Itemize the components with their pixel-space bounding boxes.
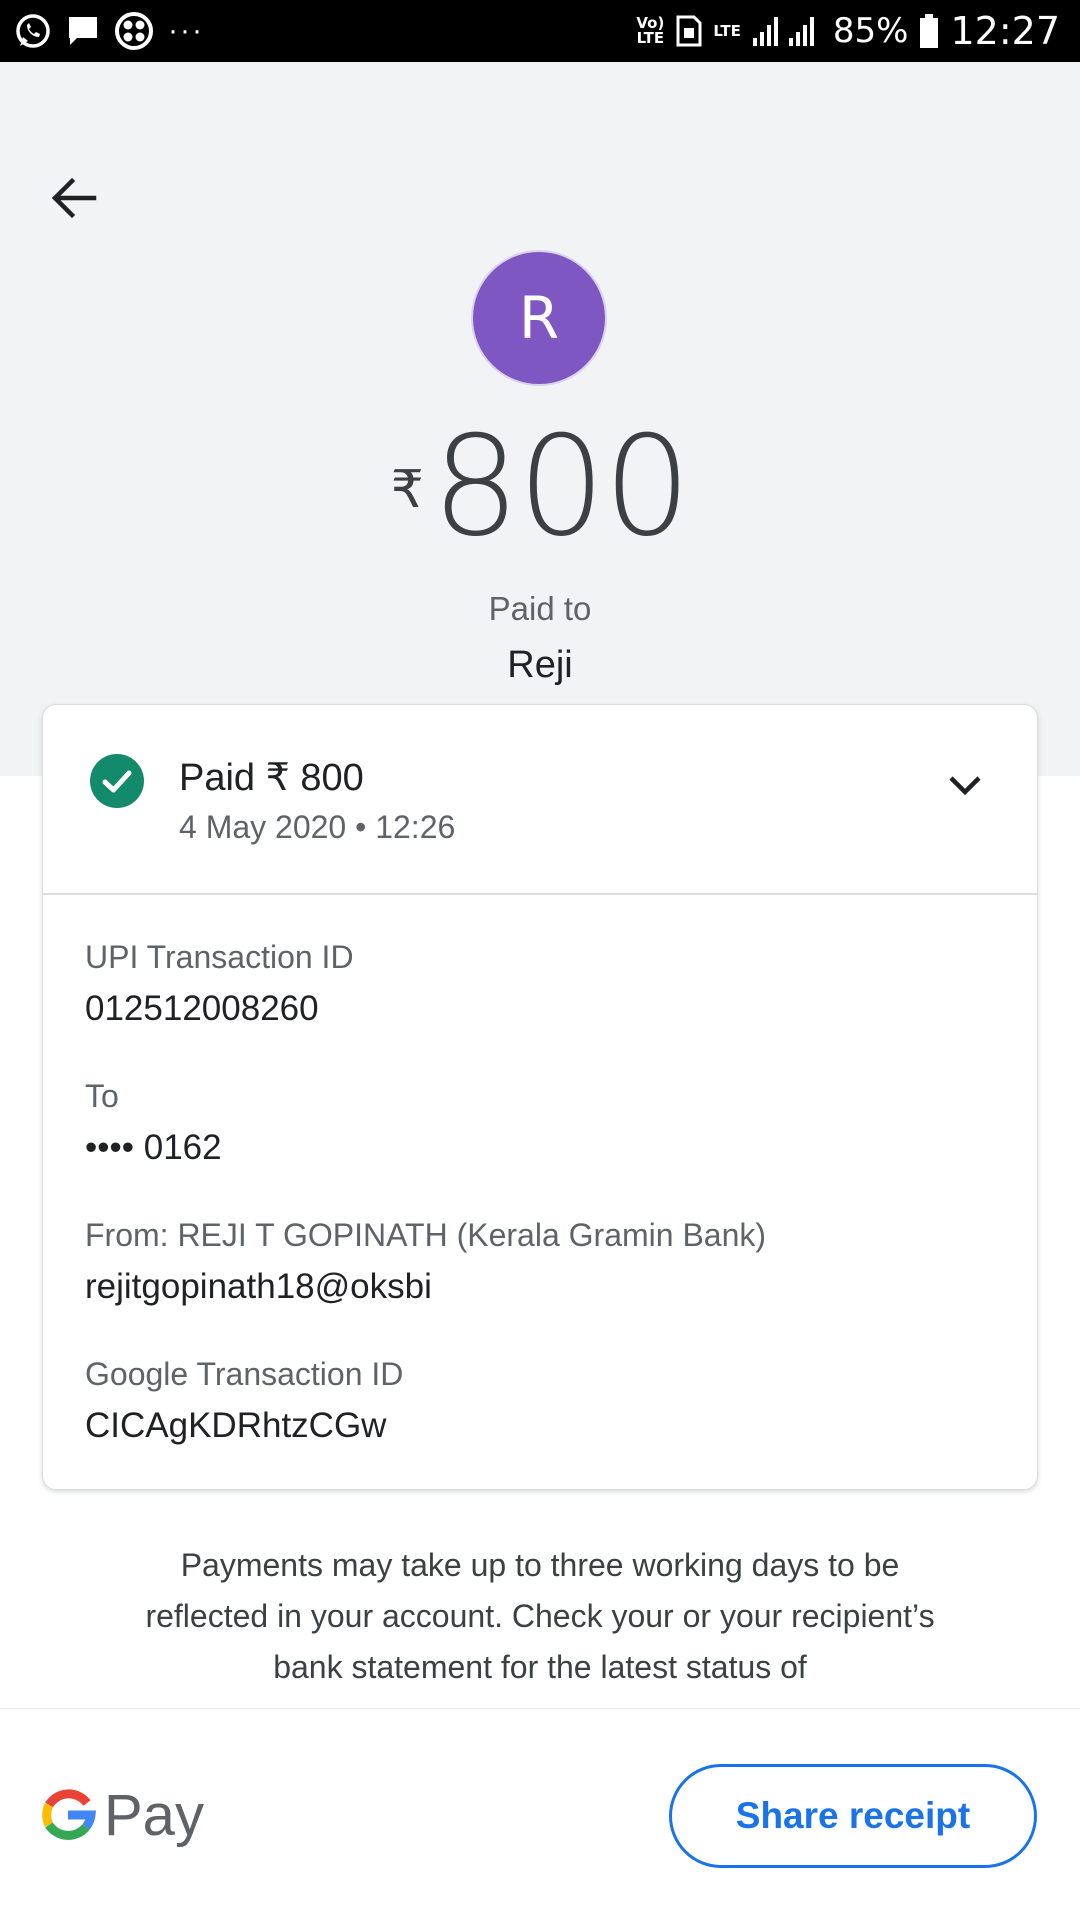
pay-wordmark: Pay — [104, 1782, 204, 1848]
status-bar-system: Vo) LTE LTE 85% 12:27 — [635, 8, 1060, 54]
clock: 12:27 — [950, 9, 1060, 53]
detail-value: rejitgopinath18@oksbi — [85, 1267, 432, 1306]
chevron-down-icon[interactable] — [943, 763, 987, 807]
upi-transaction-id: UPI Transaction ID 012512008260 — [85, 937, 354, 1031]
disclaimer-text: Payments may take up to three working da… — [145, 1547, 935, 1685]
sender-account: From: REJI T GOPINATH (Kerala Gramin Ban… — [85, 1215, 766, 1309]
signal-strength-icon — [752, 17, 814, 46]
lte-indicator: LTE — [713, 21, 741, 40]
transaction-status-header[interactable]: Paid ₹ 800 4 May 2020 • 12:26 — [43, 705, 1037, 893]
google-pay-logo: Pay — [40, 1779, 204, 1851]
paid-to-label: Paid to — [488, 590, 592, 627]
app-grid-icon — [115, 12, 153, 50]
sim-card-icon — [676, 15, 702, 47]
detail-value: CICAgKDRhtzCGw — [85, 1406, 387, 1445]
payee-name: Reji — [507, 644, 573, 686]
volte-indicator: Vo) LTE — [636, 14, 665, 47]
bottom-bar: Pay Share receipt — [0, 1708, 1080, 1921]
detail-value: •••• 0162 — [85, 1128, 222, 1167]
check-circle-icon — [90, 754, 144, 808]
detail-label: To — [85, 1078, 119, 1114]
currency-symbol: ₹ — [390, 460, 424, 520]
amount-value: 800 — [431, 406, 691, 567]
detail-label: Google Transaction ID — [85, 1356, 404, 1392]
payment-datetime: 4 May 2020 • 12:26 — [179, 809, 456, 845]
arrow-back-icon — [51, 177, 97, 219]
detail-label: UPI Transaction ID — [85, 939, 354, 975]
share-receipt-button[interactable]: Share receipt — [669, 1764, 1037, 1868]
message-icon — [69, 17, 97, 45]
divider — [43, 893, 1037, 895]
recipient-account: To •••• 0162 — [85, 1076, 222, 1170]
detail-value: 012512008260 — [85, 989, 319, 1028]
battery-icon — [920, 14, 939, 48]
transaction-card: Paid ₹ 800 4 May 2020 • 12:26 UPI Transa… — [42, 704, 1038, 1490]
payment-summary: R ₹ 800 Paid to Reji — [0, 62, 1080, 776]
avatar: R — [473, 252, 605, 384]
status-bar-notifications: ··· — [14, 10, 204, 52]
google-g-icon — [42, 1789, 96, 1840]
payment-status: Paid ₹ 800 — [179, 757, 364, 799]
whatsapp-icon — [16, 14, 50, 48]
status-bar: ··· Vo) LTE LTE 85% 12:27 — [0, 0, 1080, 62]
amount-display: ₹ 800 — [0, 412, 1080, 562]
more-notifications-icon: ··· — [168, 14, 204, 47]
detail-label: From: REJI T GOPINATH (Kerala Gramin Ban… — [85, 1217, 767, 1253]
battery-percent: 85% — [832, 11, 909, 51]
back-button[interactable] — [46, 170, 102, 226]
google-transaction-id: Google Transaction ID CICAgKDRhtzCGw — [85, 1354, 403, 1448]
